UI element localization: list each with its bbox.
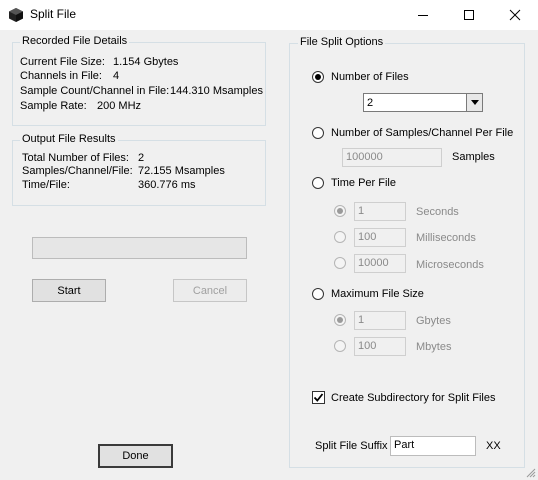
total-files-label: Total Number of Files: <box>22 152 129 164</box>
minimize-icon <box>418 14 428 16</box>
file-split-options-legend: File Split Options <box>298 36 386 48</box>
gbytes-input[interactable]: 1 <box>354 311 406 330</box>
gbytes-unit-label: Gbytes <box>416 315 451 327</box>
channels-label: Channels in File: <box>20 70 102 82</box>
seconds-unit-label: Seconds <box>416 206 459 218</box>
number-of-files-select[interactable]: 2 <box>363 93 483 112</box>
time-per-file-option-label[interactable]: Time Per File <box>331 177 396 189</box>
channels-value: 4 <box>113 70 120 82</box>
close-icon <box>509 9 521 21</box>
milliseconds-unit-label: Milliseconds <box>416 232 476 244</box>
current-file-size-value: 1.154 Gbytes <box>113 56 179 68</box>
samples-per-file-label: Samples/Channel/File: <box>22 165 133 177</box>
output-file-results-legend: Output File Results <box>20 133 118 145</box>
sample-rate-label: Sample Rate: <box>20 100 87 112</box>
samples-per-file-input[interactable]: 100000 <box>342 148 442 167</box>
sample-count-label: Sample Count/Channel in File: <box>20 85 170 97</box>
suffix-placeholder-xx: XX <box>486 440 501 452</box>
create-subdirectory-checkbox[interactable] <box>312 391 325 404</box>
milliseconds-input[interactable]: 100 <box>354 228 406 247</box>
number-of-files-radio[interactable] <box>312 71 324 83</box>
samples-per-file-radio[interactable] <box>312 127 324 139</box>
title-bar[interactable]: Split File <box>0 0 538 30</box>
max-file-size-radio[interactable] <box>312 288 324 300</box>
time-per-file-radio[interactable] <box>312 177 324 189</box>
dropdown-arrow-icon[interactable] <box>466 94 482 111</box>
close-button[interactable] <box>492 0 538 30</box>
recorded-file-details-group <box>12 42 266 126</box>
minimize-button[interactable] <box>400 0 446 30</box>
time-per-file-label: Time/File: <box>22 179 70 191</box>
samples-per-file-value: 72.155 Msamples <box>138 165 225 177</box>
max-file-size-option-label[interactable]: Maximum File Size <box>331 288 424 300</box>
microseconds-radio[interactable] <box>334 257 346 269</box>
split-progress-bar <box>32 237 247 259</box>
window-title: Split File <box>30 7 77 21</box>
total-files-value: 2 <box>138 152 145 164</box>
mbytes-unit-label: Mbytes <box>416 341 452 353</box>
gbytes-radio[interactable] <box>334 314 346 326</box>
seconds-input[interactable]: 1 <box>354 202 406 221</box>
recorded-file-details-legend: Recorded File Details <box>20 35 130 47</box>
resize-grip-icon[interactable] <box>524 466 536 478</box>
split-file-suffix-input[interactable]: Part <box>390 436 476 456</box>
maximize-icon <box>464 10 474 20</box>
number-of-files-label[interactable]: Number of Files <box>331 71 409 83</box>
microseconds-unit-label: Microseconds <box>416 259 484 271</box>
seconds-radio[interactable] <box>334 205 346 217</box>
samples-per-file-option-label[interactable]: Number of Samples/Channel Per File <box>331 127 513 139</box>
maximize-button[interactable] <box>446 0 492 30</box>
time-per-file-value: 360.776 ms <box>138 179 196 191</box>
milliseconds-radio[interactable] <box>334 231 346 243</box>
checkmark-icon <box>313 393 324 402</box>
app-cube-icon <box>9 8 23 22</box>
current-file-size-label: Current File Size: <box>20 56 105 68</box>
cancel-button[interactable]: Cancel <box>173 279 247 302</box>
create-subdirectory-label[interactable]: Create Subdirectory for Split Files <box>331 392 495 404</box>
split-file-suffix-label: Split File Suffix <box>315 440 388 452</box>
done-button[interactable]: Done <box>98 444 173 468</box>
microseconds-input[interactable]: 10000 <box>354 254 406 273</box>
samples-unit-label: Samples <box>452 151 495 163</box>
start-button[interactable]: Start <box>32 279 106 302</box>
sample-rate-value: 200 MHz <box>97 100 142 112</box>
sample-count-value: 144.310 Msamples <box>170 85 263 97</box>
number-of-files-value: 2 <box>367 96 374 109</box>
mbytes-input[interactable]: 100 <box>354 337 406 356</box>
mbytes-radio[interactable] <box>334 340 346 352</box>
